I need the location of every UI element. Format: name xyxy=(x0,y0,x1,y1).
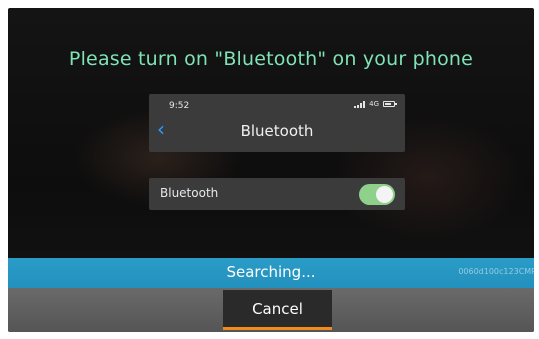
bottom-action-bar: Cancel xyxy=(8,288,534,332)
network-type: 4G xyxy=(369,100,379,108)
phone-screen-title: Bluetooth xyxy=(240,122,314,140)
cancel-button[interactable]: Cancel xyxy=(223,290,332,330)
phone-status-time: 9:52 xyxy=(169,101,190,111)
toggle-knob xyxy=(376,186,393,203)
instruction-text: Please turn on "Bluetooth" on your phone xyxy=(68,48,474,70)
search-status-bar: Searching... 0060d100c123CMP xyxy=(8,258,534,288)
bluetooth-row-label: Bluetooth xyxy=(160,186,219,200)
battery-icon xyxy=(383,101,397,107)
bluetooth-toggle xyxy=(359,184,395,205)
device-id-text: 0060d100c123CMP xyxy=(458,267,534,276)
bluetooth-setting-row: Bluetooth xyxy=(149,178,405,210)
device-screen: Please turn on "Bluetooth" on your phone… xyxy=(8,8,534,332)
searching-status-text: Searching... xyxy=(226,263,316,281)
signal-icon xyxy=(354,100,366,108)
phone-header-illustration: 9:52 4G ‹ Bluetooth xyxy=(149,94,405,152)
phone-status-indicators: 4G xyxy=(354,100,397,108)
